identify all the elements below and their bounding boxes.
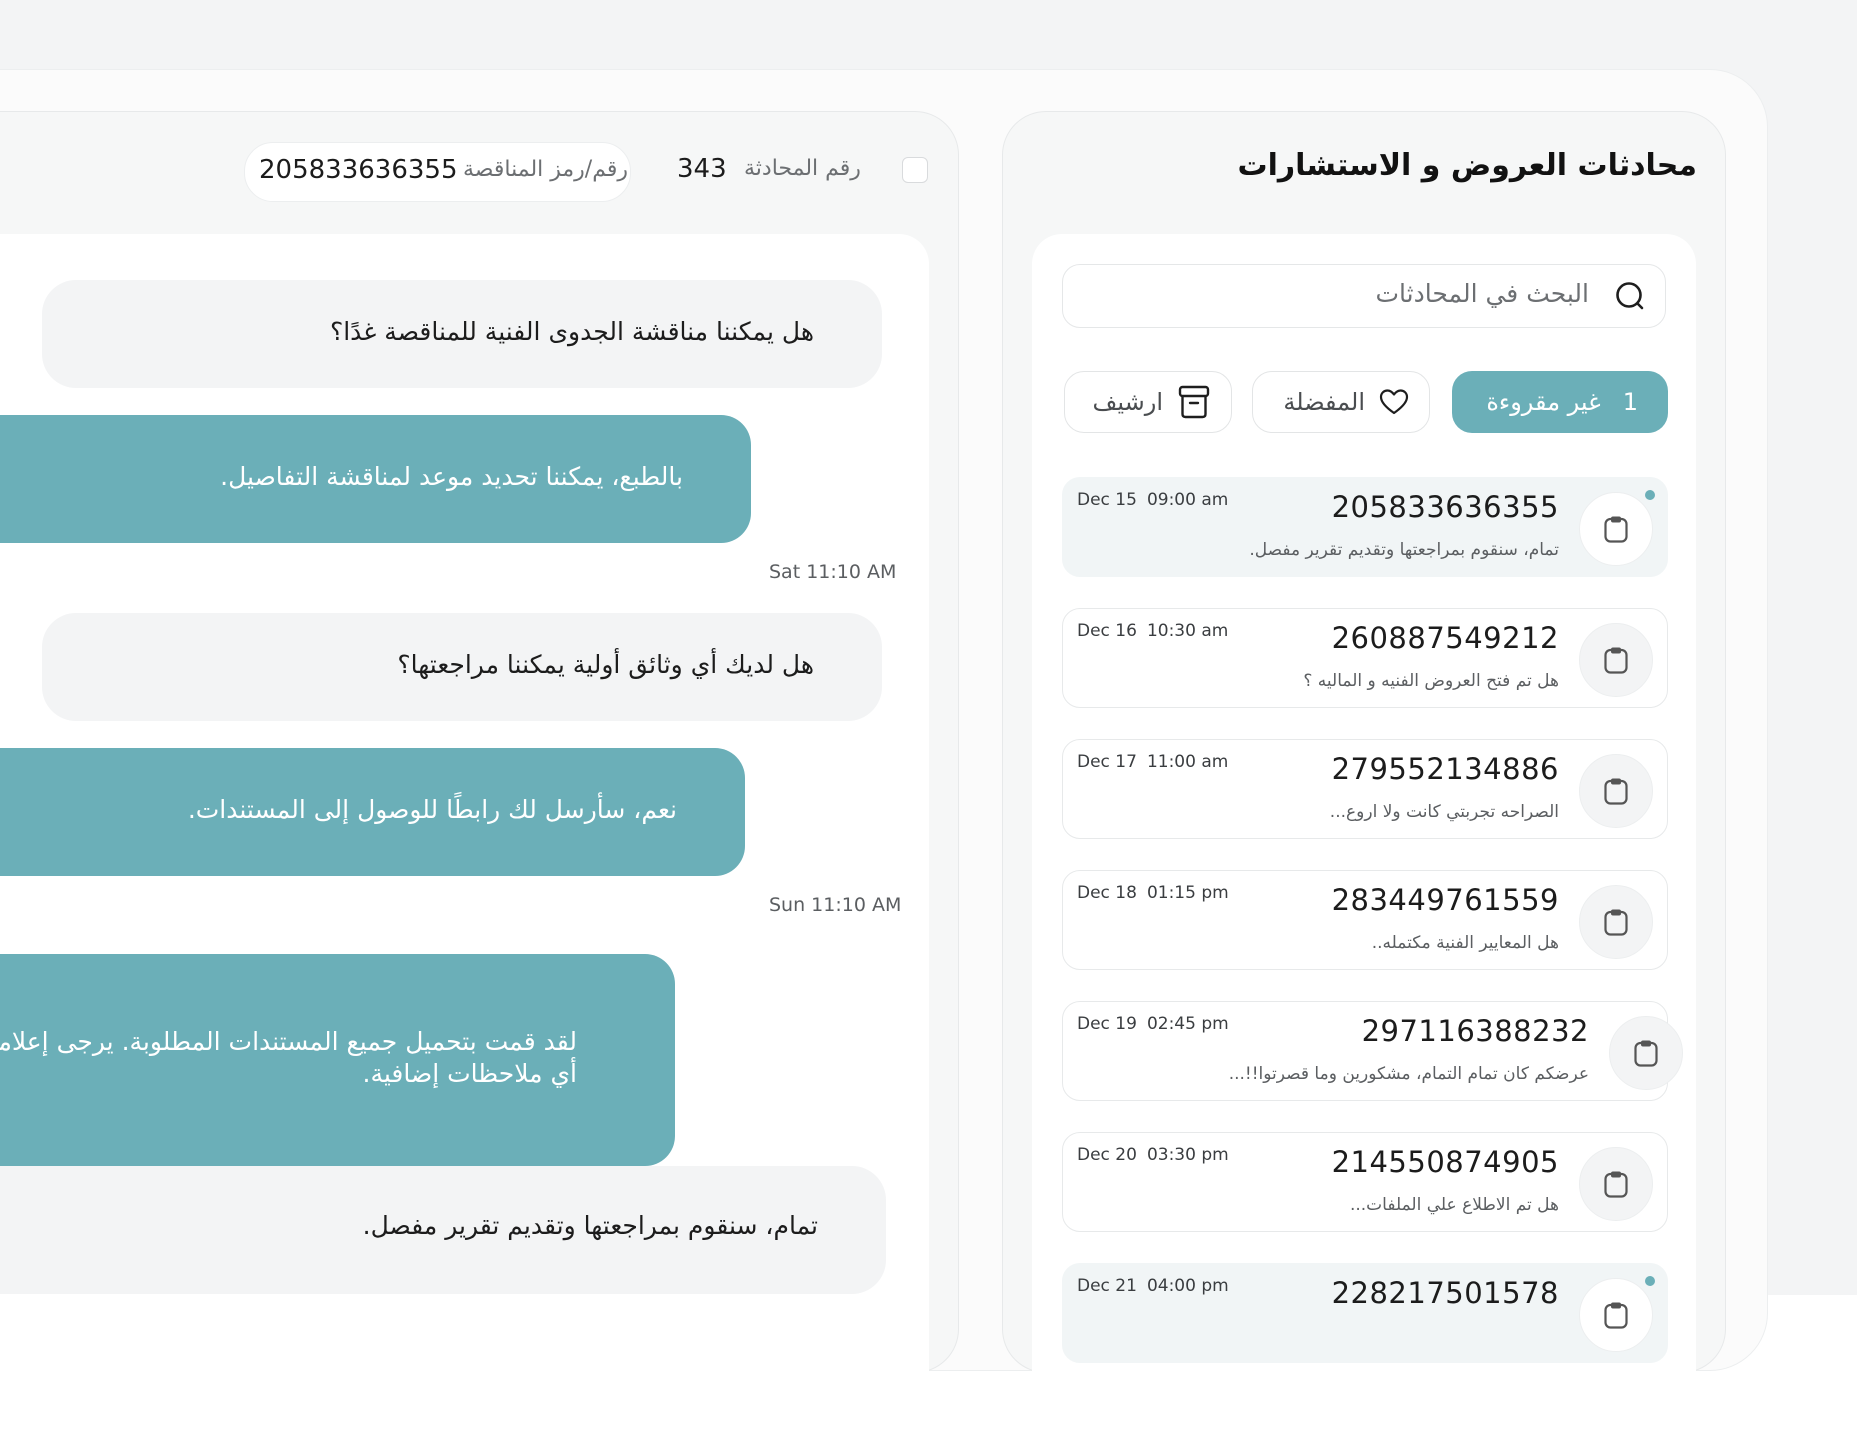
unread-count-badge: 1 [1622, 388, 1638, 416]
conversation-preview: هل تم فتح العروض الفنيه و الماليه ؟ [1303, 671, 1559, 691]
conversation-number: 228217501578 [1331, 1276, 1559, 1310]
inbox-card: البحث في المحادثات 1 غير مقروءة المفضلة … [1032, 234, 1696, 1434]
conversation-time: 02:45 pm [1146, 1014, 1229, 1034]
messages-area[interactable]: هل يمكننا مناقشة الجدوى الفنية للمناقصة … [0, 234, 929, 1434]
clipboard-icon [1604, 647, 1628, 674]
conversation-number: 260887549212 [1331, 621, 1559, 655]
conversation-date: Dec 18 [1077, 883, 1137, 903]
clipboard-icon [1604, 909, 1628, 936]
message-bubble-outgoing: لقد قمت بتحميل جميع المستندات المطلوبة. … [0, 954, 675, 1166]
message-bubble-outgoing: بالطبع، يمكننا تحديد موعد لمناقشة التفاص… [0, 415, 751, 543]
conversation-datetime: Dec 16 10:30 am [1077, 621, 1228, 641]
conversation-id-value: 343 [677, 154, 727, 184]
conversation-time: 04:00 pm [1146, 1276, 1229, 1296]
conversation-date: Dec 16 [1077, 621, 1137, 641]
conversation-item[interactable]: 297116388232 عرضكم كان تمام التمام، مشكو… [1062, 1001, 1683, 1101]
clipboard-icon [1604, 516, 1628, 543]
conversation-item[interactable]: 260887549212 هل تم فتح العروض الفنيه و ا… [1062, 608, 1668, 708]
tender-id-pill: رقم/رمز المناقصة 205833636355 [244, 142, 631, 202]
select-checkbox[interactable] [902, 157, 928, 183]
conversation-time: 11:00 am [1146, 752, 1229, 772]
message-text: بالطبع، يمكننا تحديد موعد لمناقشة التفاص… [220, 462, 683, 491]
conversation-datetime: Dec 17 11:00 am [1077, 752, 1228, 772]
filter-unread-button[interactable]: 1 غير مقروءة [1452, 371, 1668, 433]
filter-archive-label: ارشيف [1092, 388, 1163, 416]
conversation-datetime: Dec 15 09:00 am [1077, 490, 1228, 510]
filter-tabs: 1 غير مقروءة المفضلة ارشيف [1062, 371, 1668, 435]
message-bubble-incoming: هل يمكننا مناقشة الجدوى الفنية للمناقصة … [42, 280, 882, 388]
tender-id-label: رقم/رمز المناقصة [463, 157, 628, 182]
search-placeholder: البحث في المحادثات [1375, 279, 1590, 308]
conversation-preview: الصراحه تجربتي كانت ولا اروع... [1329, 802, 1559, 822]
message-timestamp: Sun 11:10 AM [769, 894, 902, 916]
conversation-time: 10:30 am [1146, 621, 1229, 641]
chat-header: رقم المحادثة 343 رقم/رمز المناقصة 205833… [0, 112, 958, 222]
conversation-number: 205833636355 [1331, 490, 1559, 524]
filter-favorites-label: المفضلة [1283, 388, 1365, 416]
conversation-item[interactable]: 214550874905 هل تم الاطلاع علي الملفات..… [1062, 1132, 1668, 1232]
conversation-number: 214550874905 [1331, 1145, 1559, 1179]
conversation-item[interactable]: 283449761559 هل المعايير الفنية مكتمله..… [1062, 870, 1668, 970]
message-text: هل لديك أي وثائق أولية يمكننا مراجعتها؟ [397, 650, 814, 679]
conversation-item[interactable]: 228217501578 Dec 21 04:00 pm [1062, 1263, 1668, 1363]
message-bubble-incoming: تمام، سنقوم بمراجعتها وتقديم تقرير مفصل. [0, 1166, 886, 1294]
conversation-preview: هل المعايير الفنية مكتمله.. [1371, 933, 1559, 953]
unread-dot [1645, 490, 1655, 500]
clipboard-icon [1604, 1302, 1628, 1329]
conversation-datetime: Dec 18 01:15 pm [1077, 883, 1229, 903]
avatar [1579, 885, 1653, 959]
avatar [1579, 754, 1653, 828]
conversation-item[interactable]: 205833636355 تمام، سنقوم بمراجعتها وتقدي… [1062, 477, 1668, 577]
conversation-time: 03:30 pm [1146, 1145, 1229, 1165]
conversation-date: Dec 17 [1077, 752, 1137, 772]
message-text: لقد قمت بتحميل جميع المستندات المطلوبة. … [0, 1027, 577, 1088]
filter-favorites-button[interactable]: المفضلة [1252, 371, 1430, 433]
clipboard-icon [1604, 778, 1628, 805]
clipboard-icon [1604, 1171, 1628, 1198]
conversation-datetime: Dec 21 04:00 pm [1077, 1276, 1229, 1296]
conversation-date: Dec 21 [1077, 1276, 1137, 1296]
tender-id-value: 205833636355 [259, 155, 458, 185]
filter-archive-button[interactable]: ارشيف [1064, 371, 1232, 433]
filter-unread-label: غير مقروءة [1486, 388, 1601, 416]
message-bubble-outgoing: نعم، سأرسل لك رابطًا للوصول إلى المستندا… [0, 748, 745, 876]
conversation-item[interactable]: 279552134886 الصراحه تجربتي كانت ولا ارو… [1062, 739, 1668, 839]
chat-panel: رقم المحادثة 343 رقم/رمز المناقصة 205833… [0, 111, 959, 1434]
page-title: محادثات العروض و الاستشارات [1237, 148, 1697, 183]
conversation-date: Dec 19 [1077, 1014, 1137, 1034]
message-text: تمام، سنقوم بمراجعتها وتقديم تقرير مفصل. [362, 1211, 818, 1240]
avatar [1579, 1147, 1653, 1221]
avatar [1579, 492, 1653, 566]
conversation-preview: تمام، سنقوم بمراجعتها وتقديم تقرير مفصل. [1249, 540, 1559, 560]
conversation-time: 09:00 am [1146, 490, 1229, 510]
conversation-datetime: Dec 19 02:45 pm [1077, 1014, 1229, 1034]
message-text: نعم، سأرسل لك رابطًا للوصول إلى المستندا… [187, 795, 677, 824]
conversation-time: 01:15 pm [1146, 883, 1229, 903]
search-icon [1616, 282, 1644, 310]
conversation-number: 279552134886 [1331, 752, 1559, 786]
unread-dot [1645, 1276, 1655, 1286]
conversation-number: 297116388232 [1361, 1014, 1589, 1048]
conversation-preview: عرضكم كان تمام التمام، مشكورين وما قصرتو… [1228, 1064, 1589, 1084]
conversation-number: 283449761559 [1331, 883, 1559, 917]
conversation-date: Dec 15 [1077, 490, 1137, 510]
avatar [1579, 623, 1653, 697]
conversation-datetime: Dec 20 03:30 pm [1077, 1145, 1229, 1165]
avatar [1579, 1278, 1653, 1352]
message-bubble-incoming: هل لديك أي وثائق أولية يمكننا مراجعتها؟ [42, 613, 882, 721]
conversation-id-label: رقم المحادثة [744, 156, 861, 181]
search-input[interactable]: البحث في المحادثات [1062, 264, 1666, 328]
archive-box-icon [1178, 385, 1210, 419]
avatar [1609, 1016, 1683, 1090]
conversation-preview: هل تم الاطلاع علي الملفات... [1349, 1195, 1559, 1215]
message-text: هل يمكننا مناقشة الجدوى الفنية للمناقصة … [329, 317, 814, 346]
clipboard-icon [1634, 1040, 1658, 1067]
heart-icon [1379, 389, 1409, 415]
message-timestamp: Sat 11:10 AM [769, 561, 897, 583]
inbox-panel: محادثات العروض و الاستشارات البحث في الم… [1002, 111, 1726, 1434]
conversation-date: Dec 20 [1077, 1145, 1137, 1165]
